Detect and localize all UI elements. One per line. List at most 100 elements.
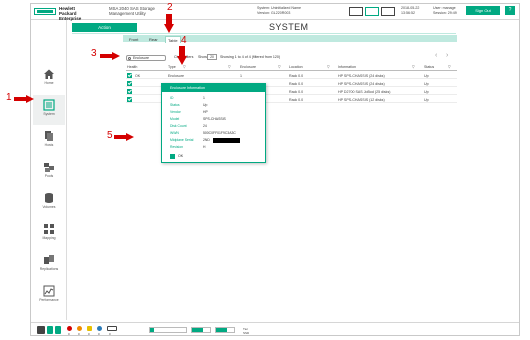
event-count: 0 bbox=[88, 332, 90, 336]
sidebar-item-hosts[interactable]: Hosts bbox=[33, 126, 65, 156]
field-value: Up bbox=[203, 103, 208, 107]
info-event-icon[interactable] bbox=[97, 326, 102, 331]
date-time: 2018-05-22 13:56:52 bbox=[401, 6, 427, 16]
time: 13:56:52 bbox=[401, 11, 415, 15]
field-key: WWN bbox=[170, 131, 179, 135]
session-time: Session: 29:49 bbox=[433, 11, 457, 15]
health-ok-icon bbox=[127, 81, 132, 86]
monitor-icon[interactable] bbox=[349, 7, 363, 16]
system-icon bbox=[43, 99, 55, 111]
sidebar-item-label: Replications bbox=[39, 267, 59, 271]
sidebar-item-label: Hosts bbox=[44, 143, 54, 147]
health-ok-icon bbox=[127, 73, 132, 78]
popup-field: WWN 500C0FF01F9C3A3C bbox=[170, 131, 260, 137]
sidebar-item-label: Performance bbox=[39, 298, 59, 302]
field-value: H bbox=[203, 145, 206, 149]
health-ok-icon bbox=[127, 97, 132, 102]
cell-status: Up bbox=[424, 90, 429, 94]
column-header-location[interactable]: Location bbox=[289, 65, 303, 69]
cell-type: Enclosure bbox=[168, 74, 184, 78]
cell-location: Rack 0.0 bbox=[289, 82, 304, 86]
filter-icon[interactable]: ▽ bbox=[412, 65, 415, 69]
showing-text: Showing 1 to 4 of 4 (filtered from 120) bbox=[220, 55, 281, 59]
field-key: Status bbox=[170, 103, 180, 107]
footer-status-bar: 0 0 0 0 0 Tier SSD bbox=[31, 322, 519, 336]
field-key: ID bbox=[170, 96, 174, 100]
field-key: Vendor bbox=[170, 110, 181, 114]
system-monitor-icons bbox=[349, 6, 395, 18]
tab-rear[interactable]: Rear bbox=[147, 36, 160, 43]
hosts-icon bbox=[45, 131, 53, 141]
performance-icon bbox=[43, 285, 55, 297]
sign-out-button[interactable]: Sign Out bbox=[466, 6, 500, 15]
enclosure-status-icon[interactable] bbox=[37, 326, 45, 334]
filter-icon[interactable]: ▽ bbox=[448, 65, 451, 69]
action-button[interactable]: Action bbox=[72, 23, 137, 32]
cell-status: Up bbox=[424, 98, 429, 102]
help-button[interactable]: ? bbox=[505, 6, 515, 15]
annotation-arrow-icon bbox=[114, 133, 134, 141]
sidebar-item-system[interactable]: System bbox=[33, 95, 65, 125]
column-header-information[interactable]: Information bbox=[338, 65, 356, 69]
sidebar-item-home[interactable]: Home bbox=[33, 64, 65, 94]
cell-location: Rack 0.0 bbox=[289, 74, 304, 78]
warning-event-icon[interactable] bbox=[87, 326, 92, 331]
sidebar-item-replications[interactable]: Replications bbox=[33, 250, 65, 280]
column-header-enclosure[interactable]: Enclosure bbox=[240, 65, 256, 69]
event-count: 0 bbox=[98, 332, 100, 336]
capacity-bar[interactable] bbox=[215, 327, 235, 333]
cell-enclosure: 1 bbox=[240, 74, 242, 78]
sidebar-item-volumes[interactable]: Volumes bbox=[33, 188, 65, 218]
field-value: 24 bbox=[203, 124, 207, 128]
redacted-serial bbox=[213, 138, 240, 143]
enclosure-info-popup: Enclosure Information ID 1 Status Up Ven… bbox=[161, 83, 266, 163]
popup-title: Enclosure Information bbox=[162, 84, 265, 92]
filter-icon[interactable]: ▽ bbox=[228, 65, 231, 69]
ok-label: OK bbox=[178, 154, 184, 158]
column-header-health[interactable]: Health bbox=[127, 65, 137, 69]
ok-checkbox-row[interactable]: OK bbox=[170, 154, 260, 160]
field-key: Midplane Serial bbox=[170, 138, 194, 142]
error-event-icon[interactable] bbox=[77, 326, 82, 331]
monitor-icon[interactable] bbox=[381, 7, 395, 16]
filter-icon[interactable]: ▽ bbox=[278, 65, 281, 69]
health-ok-icon[interactable] bbox=[47, 326, 53, 334]
event-count: 0 bbox=[78, 332, 80, 336]
health-ok-icon[interactable] bbox=[55, 326, 61, 334]
home-icon bbox=[44, 69, 54, 79]
ok-check-icon[interactable] bbox=[170, 154, 175, 159]
cell-information: HP SPS-CHASSIS (24 disks) bbox=[338, 82, 385, 86]
cell-location: Rack 0.0 bbox=[289, 98, 304, 102]
annotation-label: 4 bbox=[181, 35, 187, 46]
capacity-bar[interactable] bbox=[191, 327, 211, 333]
cell-information: HP D2700 SAS JoBod (25 disks) bbox=[338, 90, 391, 94]
search-input[interactable]: Enclosure bbox=[126, 55, 166, 61]
table-row[interactable]: OK Enclosure 1 Rack 0.0 HP SPS-CHASSIS (… bbox=[126, 72, 457, 79]
monitor-active-icon[interactable] bbox=[365, 7, 379, 16]
tab-front[interactable]: Front bbox=[127, 36, 140, 43]
cell-location: Rack 0.0 bbox=[289, 90, 304, 94]
column-header-type[interactable]: Type bbox=[168, 65, 176, 69]
sidebar-item-mapping[interactable]: Mapping bbox=[33, 219, 65, 249]
annotation-label: 2 bbox=[167, 2, 173, 13]
page-title: SYSTEM bbox=[269, 22, 309, 32]
prev-page-icon[interactable]: ‹ bbox=[435, 52, 437, 59]
critical-event-icon[interactable] bbox=[67, 326, 72, 331]
capacity-bar[interactable] bbox=[149, 327, 187, 333]
sidebar-item-performance[interactable]: Performance bbox=[33, 281, 65, 311]
sidebar-item-pools[interactable]: Pools bbox=[33, 157, 65, 187]
field-value: SPS-CHASSIS bbox=[203, 117, 226, 121]
host-io-icon[interactable] bbox=[107, 326, 117, 331]
column-header-status[interactable]: Status bbox=[424, 65, 434, 69]
next-page-icon[interactable]: › bbox=[446, 52, 448, 59]
hpe-logo-icon bbox=[34, 8, 56, 15]
field-key: Revision bbox=[170, 145, 184, 149]
cell-status: Up bbox=[424, 82, 429, 86]
filter-icon[interactable]: ▽ bbox=[327, 65, 330, 69]
event-count: 0 bbox=[109, 332, 111, 336]
tab-table[interactable]: Table bbox=[165, 36, 181, 43]
show-label: Show bbox=[198, 55, 207, 59]
show-count-select[interactable]: 20 bbox=[207, 54, 217, 60]
volumes-icon bbox=[45, 193, 53, 203]
system-info: System: Uninitialized Name Version: GL22… bbox=[257, 6, 341, 16]
